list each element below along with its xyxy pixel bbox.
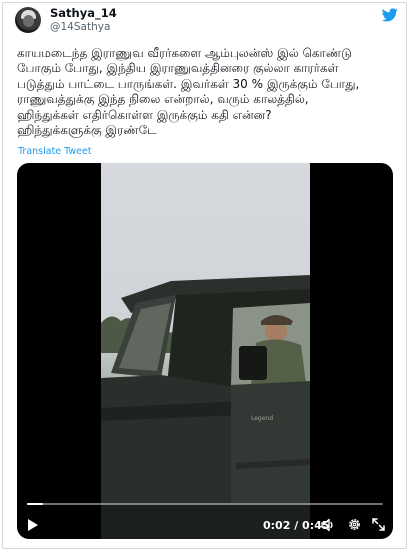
author-handle[interactable]: @14Sathya [50, 21, 110, 33]
twitter-bird-icon[interactable] [382, 8, 398, 22]
video-player[interactable]: Legend 0:02 / 0:45 [17, 163, 393, 539]
tweet-text: காயமடைந்த இராணுவ வீரர்களை ஆம்புலன்ஸ் இல்… [17, 46, 360, 138]
translate-tweet-link[interactable]: Translate Tweet [18, 146, 92, 157]
fullscreen-icon[interactable] [372, 518, 385, 531]
volume-icon[interactable] [320, 517, 336, 533]
tweet-card: Sathya_14 @14Sathya காயமடைந்த இராணுவ வீர… [2, 2, 407, 549]
army-jeep: Legend [101, 275, 310, 539]
video-frame[interactable]: Legend [101, 163, 310, 539]
avatar[interactable] [15, 7, 41, 33]
gear-icon[interactable] [347, 517, 362, 532]
author-name[interactable]: Sathya_14 [50, 6, 117, 20]
video-progress-bar[interactable] [27, 503, 383, 505]
video-progress-fill [27, 503, 44, 505]
play-icon[interactable] [27, 518, 39, 532]
svg-text:Legend: Legend [251, 415, 273, 422]
